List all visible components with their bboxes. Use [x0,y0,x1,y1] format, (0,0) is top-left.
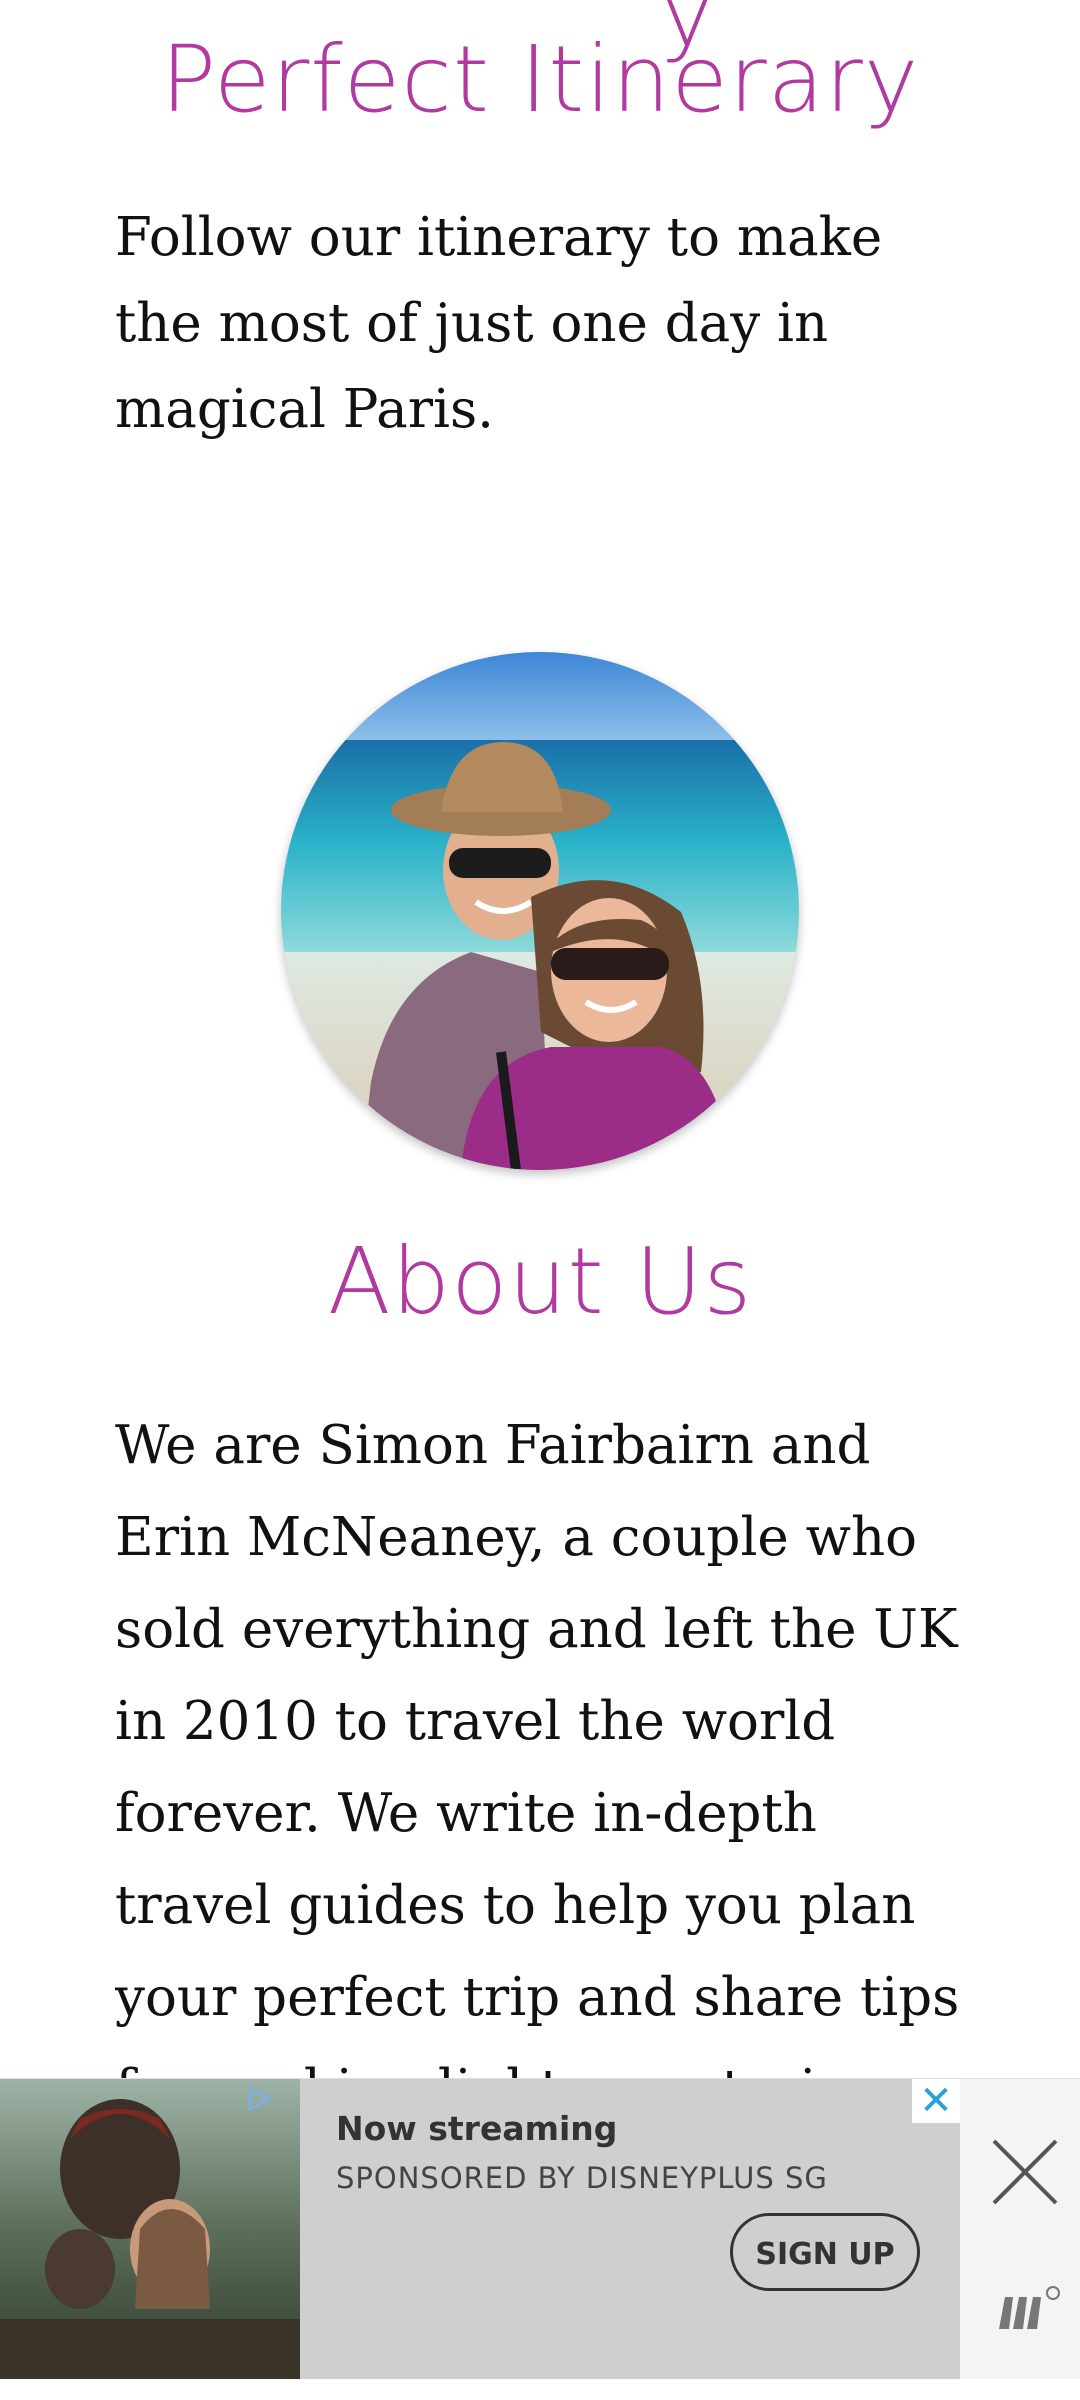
ad-headline: Now streaming [336,2109,618,2148]
itinerary-title: Perfect Itinerary [160,26,920,133]
movie-poster-image [0,2079,300,2379]
couple-photo [281,652,799,1170]
ad-image[interactable] [0,2079,300,2379]
author-avatar [281,652,799,1170]
ad-sponsor: SPONSORED BY DISNEYPLUS SG [336,2161,828,2195]
close-icon[interactable] [980,2127,1070,2217]
ad-banner[interactable]: Now streaming SPONSORED BY DISNEYPLUS SG… [0,2078,1080,2379]
ad-content[interactable]: Now streaming SPONSORED BY DISNEYPLUS SG… [300,2079,960,2379]
ad-choice-close-icon[interactable]: ✕ [912,2079,960,2123]
sign-up-button[interactable]: SIGN UP [730,2213,920,2291]
mediavine-icon [995,2279,1065,2339]
about-title: About Us [327,1228,753,1335]
about-description: We are Simon Fairbairn and Erin McNeaney… [115,1415,960,2080]
itinerary-intro: Follow our itinerary to make the most of… [115,207,883,440]
